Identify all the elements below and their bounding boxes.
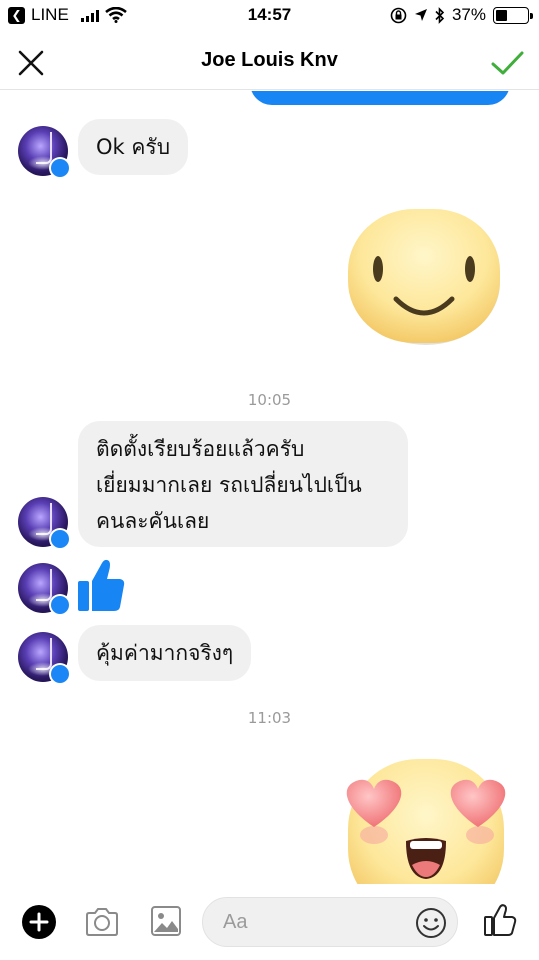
- messenger-badge-icon: [49, 594, 71, 616]
- message-input-placeholder: Aa: [223, 911, 248, 933]
- like-icon[interactable]: [483, 903, 517, 937]
- status-bar: ❮ LINE 14:57 37%: [0, 0, 539, 32]
- received-message-bubble[interactable]: Ok ครับ: [78, 119, 189, 175]
- message-text-line: ติดตั้งเรียบร้อยแล้วครับ: [96, 437, 305, 461]
- thumbs-up-icon[interactable]: [76, 557, 126, 613]
- gallery-icon[interactable]: [150, 905, 182, 937]
- messenger-badge-icon: [49, 528, 71, 550]
- battery-icon: [493, 6, 533, 24]
- emoji-icon[interactable]: [415, 907, 447, 939]
- message-composer: Aa: [0, 884, 539, 960]
- contact-avatar[interactable]: [18, 126, 71, 179]
- smile-sticker-icon[interactable]: [340, 203, 508, 351]
- rotation-lock-icon: [390, 7, 407, 23]
- message-text: Ok ครับ: [96, 135, 171, 159]
- message-text-line: เยี่ยมมากเลย รถเปลี่ยนไปเป็น: [96, 473, 362, 497]
- received-message-bubble[interactable]: คุ้มค่ามากจริงๆ: [78, 625, 252, 681]
- timestamp: 11:03: [247, 709, 292, 727]
- chat-thread[interactable]: Ok ครับ 10:05 ติดตั้งเรียบร้อยแล้วครับ เ…: [0, 91, 539, 884]
- contact-avatar[interactable]: [18, 632, 71, 685]
- status-right: 37%: [390, 5, 533, 25]
- checkmark-icon[interactable]: [489, 46, 525, 80]
- conversation-title[interactable]: Joe Louis Knv: [0, 49, 539, 72]
- received-message-bubble[interactable]: ติดตั้งเรียบร้อยแล้วครับ เยี่ยมมากเลย รถ…: [78, 421, 408, 547]
- timestamp: 10:05: [247, 391, 292, 409]
- messenger-badge-icon: [49, 157, 71, 179]
- message-text-line: คนละคันเลย: [96, 509, 210, 533]
- heart-eyes-sticker-icon[interactable]: [334, 755, 518, 884]
- camera-icon[interactable]: [84, 906, 120, 938]
- battery-level-fill: [496, 9, 508, 21]
- location-icon: [414, 9, 427, 21]
- message-input[interactable]: Aa: [202, 897, 458, 947]
- message-text: คุ้มค่ามากจริงๆ: [96, 641, 234, 665]
- contact-avatar[interactable]: [18, 497, 71, 550]
- battery-percent: 37%: [451, 5, 486, 24]
- bluetooth-icon: [435, 6, 445, 24]
- conversation-header: Joe Louis Knv: [0, 32, 539, 90]
- plus-icon[interactable]: [22, 905, 56, 939]
- contact-avatar[interactable]: [18, 563, 71, 616]
- previous-sent-bubble[interactable]: [250, 91, 510, 105]
- messenger-badge-icon: [49, 663, 71, 685]
